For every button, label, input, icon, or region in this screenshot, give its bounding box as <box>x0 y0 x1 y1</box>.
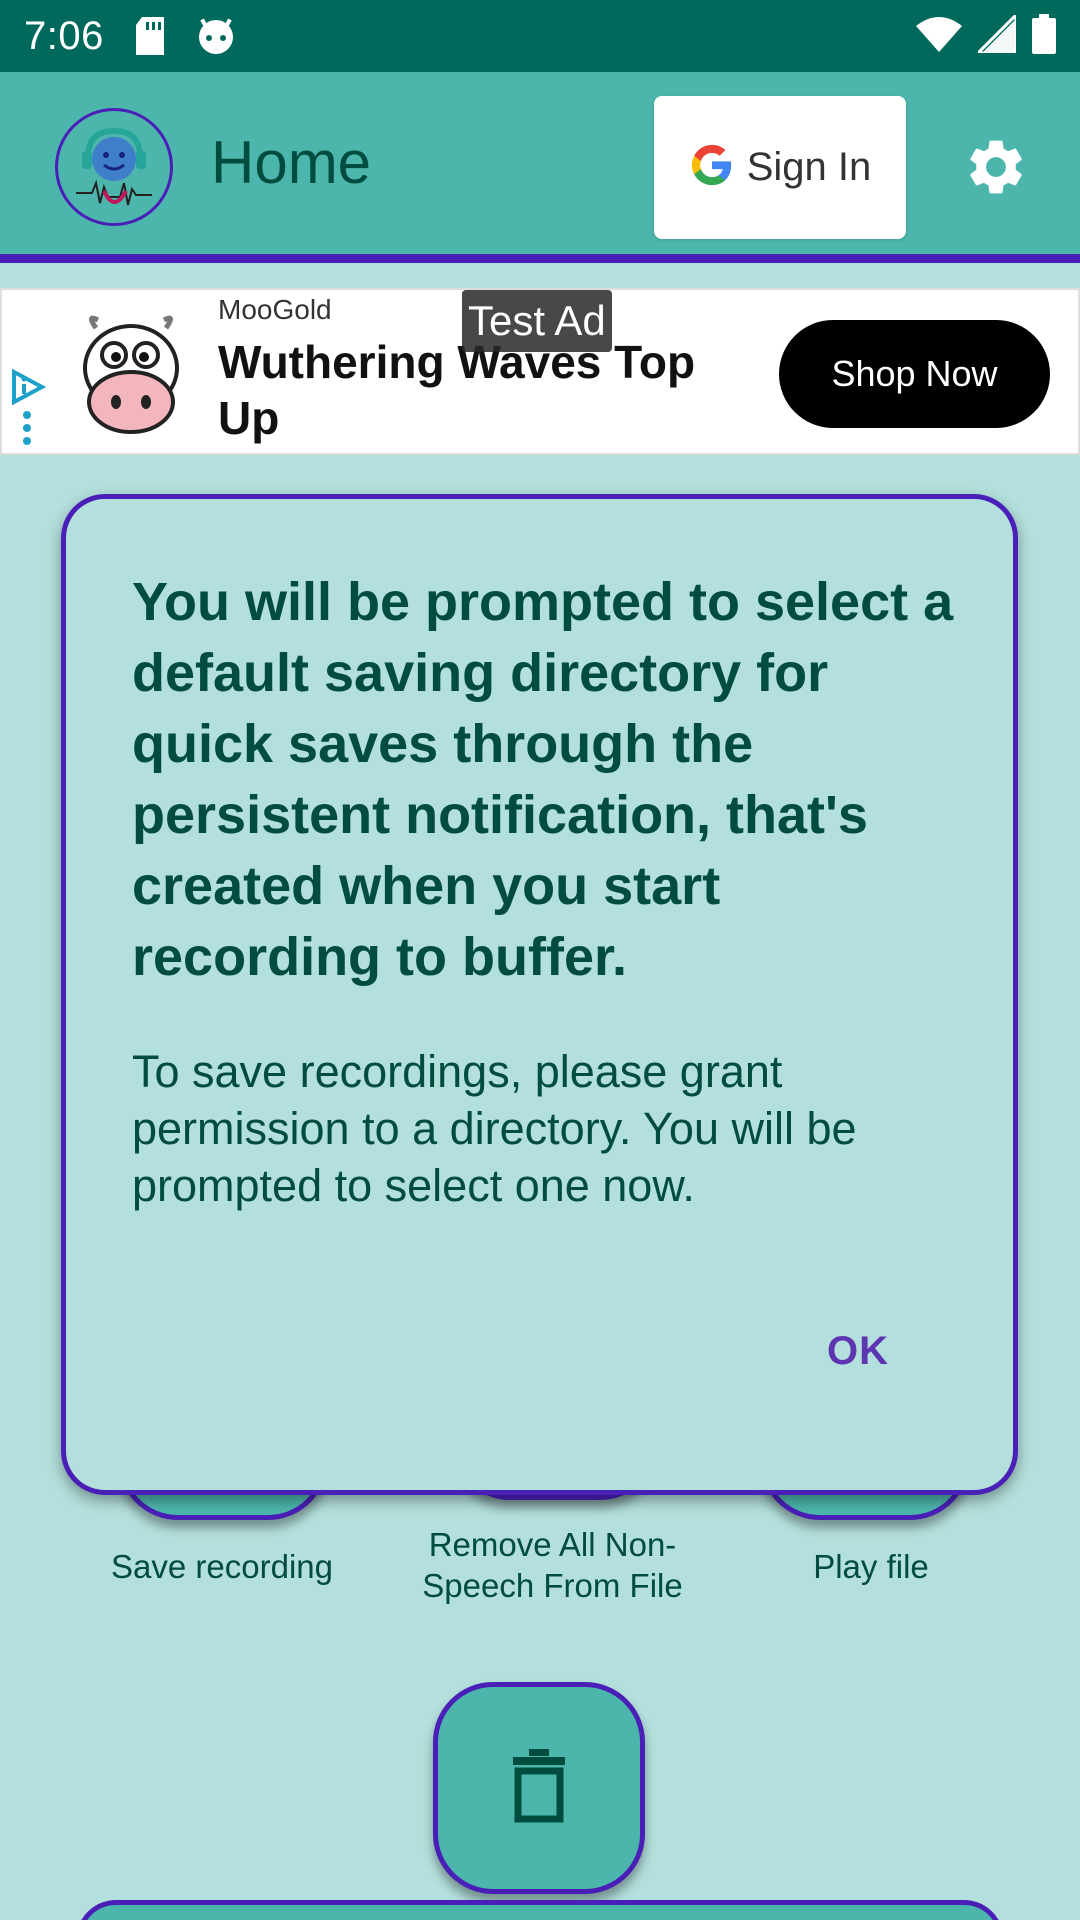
status-time: 7:06 <box>24 13 104 58</box>
ad-menu-icon[interactable] <box>22 410 32 451</box>
android-icon <box>196 17 236 55</box>
page-title: Home <box>211 129 372 196</box>
remove-non-speech-label: Remove All Non-Speech From File <box>422 1526 683 1604</box>
dialog-message: To save recordings, please grant permiss… <box>132 1046 857 1211</box>
gear-icon[interactable] <box>963 134 1029 200</box>
trash-icon <box>509 1748 569 1828</box>
shop-now-button[interactable]: Shop Now <box>779 320 1050 428</box>
app-bar-divider <box>0 254 1080 263</box>
permission-dialog: You will be prompted to select a default… <box>61 494 1018 1495</box>
bottom-record-button[interactable] <box>76 1900 1004 1920</box>
test-ad-badge: Test Ad <box>462 290 612 352</box>
ad-advertiser: MooGold <box>218 294 332 325</box>
battery-icon <box>1032 13 1056 59</box>
play-file-label: Play file <box>813 1548 929 1585</box>
app-logo[interactable] <box>55 108 173 226</box>
ad-banner[interactable]: MooGold Wuthering Waves Top Up Test Ad S… <box>0 288 1080 455</box>
save-recording-label: Save recording <box>111 1548 333 1585</box>
sd-card-icon <box>134 17 166 55</box>
cow-logo-icon <box>66 310 196 440</box>
ad-choices-icon[interactable] <box>8 368 47 411</box>
screen: 7:06 Home Sign In MooGold Wuthering Wave… <box>0 0 1080 1920</box>
delete-button[interactable] <box>433 1682 645 1894</box>
signal-icon <box>974 10 1018 58</box>
google-sign-in-button[interactable]: Sign In <box>654 96 906 239</box>
status-right-icons <box>916 10 1056 59</box>
dialog-title: You will be prompted to select a default… <box>132 572 954 987</box>
wifi-icon <box>916 16 962 57</box>
headphones-face-icon <box>76 127 152 206</box>
ok-button[interactable]: OK <box>827 1329 889 1374</box>
google-logo-icon <box>689 142 735 193</box>
status-bar: 7:06 <box>0 0 1080 72</box>
sign-in-label: Sign In <box>746 145 872 189</box>
